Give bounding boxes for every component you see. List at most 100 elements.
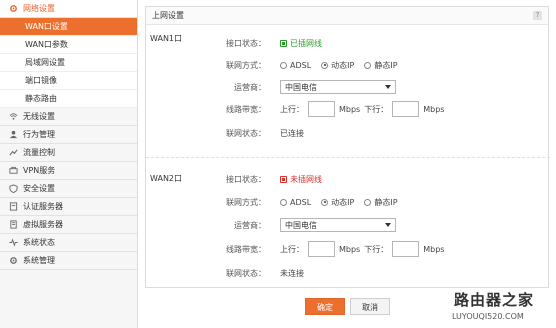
server-icon	[9, 202, 18, 211]
sidebar-item-port-mirror[interactable]: 端口镜像	[0, 72, 137, 90]
sidebar-group-label: 系统管理	[23, 255, 55, 265]
bandwidth-label: 线路带宽：	[226, 244, 266, 254]
ok-button[interactable]: 确定	[305, 298, 345, 315]
sidebar-group-auth[interactable]: 认证服务器	[0, 198, 137, 216]
cancel-button[interactable]: 取消	[350, 298, 390, 315]
wan1-net-status-row: 联网状态： 已连接	[146, 125, 550, 141]
radio-label: ADSL	[290, 197, 312, 207]
radio-circle[interactable]	[364, 61, 372, 69]
down-label: 下行：	[364, 244, 389, 254]
sidebar-group-system-status[interactable]: 系统状态	[0, 234, 137, 252]
isp-label: 运营商：	[234, 220, 266, 230]
up-unit: Mbps	[339, 244, 361, 254]
chevron-down-icon	[385, 85, 391, 89]
bandwidth-label: 线路带宽：	[226, 104, 266, 114]
port-status-badge: 未插网线	[280, 174, 322, 185]
port-status-label: 接口状态：	[226, 174, 266, 184]
upload-input[interactable]	[308, 241, 335, 257]
down-unit: Mbps	[423, 244, 445, 254]
down-unit: Mbps	[423, 104, 445, 114]
sidebar-item-wan-params[interactable]: WAN口参数	[0, 36, 137, 54]
sidebar-group-behavior[interactable]: 行为管理	[0, 126, 137, 144]
radio-circle[interactable]	[321, 198, 329, 206]
sidebar-group-traffic[interactable]: 流量控制	[0, 144, 137, 162]
radio-static-ip[interactable]: 静态IP	[364, 197, 398, 208]
wan2-net-status-row: 联网状态： 未连接	[146, 265, 550, 281]
sidebar-group-virtual-server[interactable]: 虚拟服务器	[0, 216, 137, 234]
net-status-label: 联网状态：	[226, 268, 266, 278]
up-label: 上行：	[280, 104, 304, 114]
conn-type-label: 联网方式：	[226, 60, 266, 70]
radio-circle[interactable]	[321, 61, 329, 69]
page-title: 上网设置	[146, 7, 548, 25]
sidebar-group-label: 行为管理	[23, 129, 55, 139]
wan2-conn-type-row: 联网方式： ADSL 动态IP 静态IP	[146, 194, 550, 210]
section-divider	[146, 157, 550, 158]
isp-select[interactable]: 中国电信	[280, 80, 396, 94]
wan1-isp-row: 运营商： 中国电信	[146, 79, 550, 95]
sidebar-group-network[interactable]: 网络设置	[0, 0, 137, 18]
isp-select-value: 中国电信	[285, 82, 317, 92]
radio-dynamic-ip[interactable]: 动态IP	[321, 197, 354, 208]
sidebar-group-label: 系统状态	[23, 237, 55, 247]
help-button[interactable]: ?	[533, 11, 542, 20]
sidebar-item-lan-settings[interactable]: 局域网设置	[0, 54, 137, 72]
wan2-port-status-row: 接口状态： 未插网线	[146, 171, 550, 187]
traffic-icon	[9, 148, 18, 157]
isp-label: 运营商：	[234, 82, 266, 92]
download-input[interactable]	[392, 101, 420, 117]
watermark-title: 路由器之家	[454, 291, 535, 309]
virtual-server-icon	[9, 220, 18, 229]
down-label: 下行：	[364, 104, 389, 114]
shield-icon	[9, 184, 18, 193]
gear-icon	[9, 4, 18, 13]
sidebar-group-label: 认证服务器	[23, 201, 63, 211]
sidebar-group-wireless[interactable]: 无线设置	[0, 108, 137, 126]
settings-icon	[9, 256, 18, 265]
port-status-value: 已插网线	[290, 38, 322, 48]
sidebar-group-label: 安全设置	[23, 183, 55, 193]
port-status-label: 接口状态：	[226, 38, 266, 48]
sidebar-group-label: 无线设置	[23, 111, 55, 121]
wifi-icon	[9, 112, 18, 121]
main-panel: 上网设置 ? WAN1口 接口状态： 已插网线 联网方式： ADSL 动态IP …	[145, 6, 550, 288]
sidebar-item-wan-settings[interactable]: WAN口设置	[0, 18, 137, 36]
radio-circle[interactable]	[280, 61, 287, 69]
wan2-isp-row: 运营商： 中国电信	[146, 217, 550, 233]
radio-label: 静态IP	[374, 197, 398, 207]
sidebar: 网络设置 WAN口设置 WAN口参数 局域网设置 端口镜像 静态路由 无线设置 …	[0, 0, 138, 328]
sidebar-group-label: 网络设置	[23, 3, 55, 13]
conn-type-label: 联网方式：	[226, 197, 266, 207]
sidebar-item-static-route[interactable]: 静态路由	[0, 90, 137, 108]
wan1-bandwidth-row: 线路带宽： 上行： Mbps 下行： Mbps	[146, 101, 550, 117]
net-status-value: 已连接	[280, 128, 304, 138]
radio-adsl[interactable]: ADSL	[280, 61, 311, 70]
up-label: 上行：	[280, 244, 304, 254]
port-plugged-icon	[280, 39, 287, 47]
watermark-url: LUYOUQI520.COM	[452, 312, 524, 321]
radio-static-ip[interactable]: 静态IP	[364, 60, 398, 71]
wan2-bandwidth-row: 线路带宽： 上行： Mbps 下行： Mbps	[146, 241, 550, 257]
isp-select-value: 中国电信	[285, 220, 317, 230]
sidebar-group-system-manage[interactable]: 系统管理	[0, 252, 137, 270]
net-status-label: 联网状态：	[226, 128, 266, 138]
wan1-conn-type-row: 联网方式： ADSL 动态IP 静态IP	[146, 57, 550, 73]
chevron-down-icon	[385, 223, 391, 227]
radio-circle[interactable]	[364, 198, 372, 206]
sidebar-group-security[interactable]: 安全设置	[0, 180, 137, 198]
radio-label: 动态IP	[331, 197, 355, 207]
download-input[interactable]	[392, 241, 420, 257]
wan1-port-status-row: 接口状态： 已插网线	[146, 35, 550, 51]
sidebar-group-vpn[interactable]: VPN服务	[0, 162, 137, 180]
radio-dynamic-ip[interactable]: 动态IP	[321, 60, 354, 71]
vpn-icon	[9, 166, 18, 175]
radio-circle[interactable]	[280, 198, 287, 206]
sidebar-group-label: 流量控制	[23, 147, 55, 157]
upload-input[interactable]	[308, 101, 335, 117]
radio-label: ADSL	[290, 60, 312, 70]
user-icon	[9, 130, 18, 139]
isp-select[interactable]: 中国电信	[280, 218, 396, 232]
radio-adsl[interactable]: ADSL	[280, 198, 311, 207]
radio-label: 静态IP	[374, 60, 398, 70]
net-status-value: 未连接	[280, 268, 304, 278]
